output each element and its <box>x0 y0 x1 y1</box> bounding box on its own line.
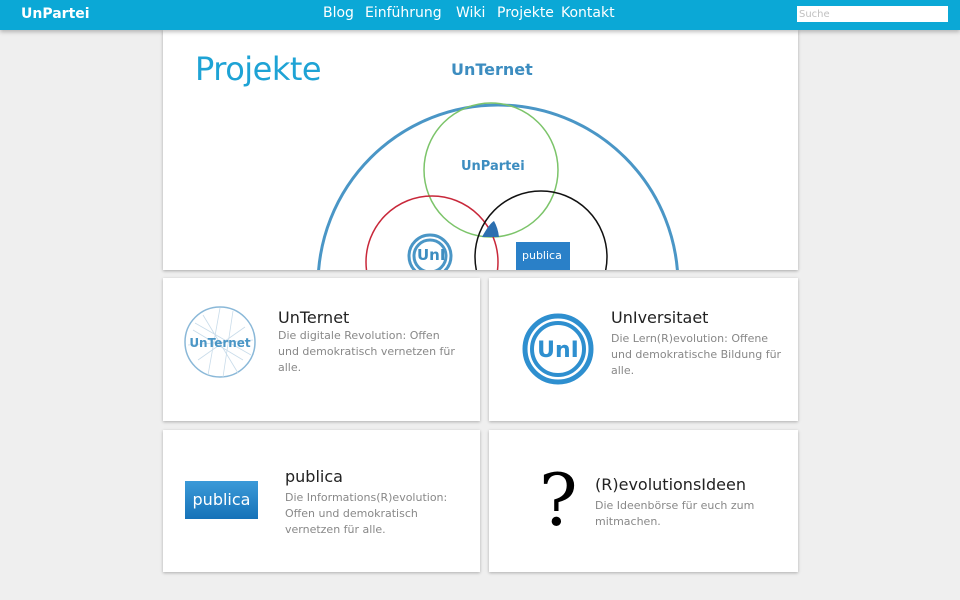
card-description: Die digitale Revolution: Offen und demok… <box>278 329 455 374</box>
search-input[interactable] <box>797 6 948 22</box>
page-title: Projekte <box>195 50 322 88</box>
project-card-unternet[interactable]: UnTernet UnTernet Die digitale Revolutio… <box>163 278 480 421</box>
card-title: UnIversitaet <box>611 308 709 327</box>
nav-wiki[interactable]: Wiki <box>456 5 485 21</box>
uni-logo-text: UnI <box>537 338 579 363</box>
card-description: Die Lern(R)evolution: Offene und demokra… <box>611 332 782 377</box>
diagram-label-unternet: UnTernet <box>451 60 533 79</box>
project-card-publica[interactable]: publica publica Die Informations(R)evolu… <box>163 430 480 572</box>
question-mark-icon: ? <box>539 458 578 542</box>
project-card-universitaet[interactable]: UnI UnIversitaet Die Lern(R)evolution: O… <box>489 278 798 421</box>
unternet-network-icon: UnTernet <box>183 305 257 383</box>
card-title: (R)evolutionsIdeen <box>595 475 746 494</box>
diagram-label-publica: publica <box>522 249 562 262</box>
project-card-revolutionsideen[interactable]: ? (R)evolutionsIdeen Die Ideenbörse für … <box>489 430 798 572</box>
card-title: publica <box>285 467 343 486</box>
card-title: UnTernet <box>278 308 350 327</box>
diagram-label-uni: UnI <box>417 246 446 264</box>
projects-hero-banner: Projekte UnTernet UnPartei UnI publica <box>163 30 798 270</box>
top-navigation-bar: UnPartei Blog Einführung Wiki Projekte K… <box>0 0 960 30</box>
publica-logo-icon: publica <box>185 481 258 519</box>
nav-kontakt[interactable]: Kontakt <box>561 5 615 21</box>
card-description: Die Informations(R)evolution: Offen und … <box>285 491 448 536</box>
unternet-logo-text: UnTernet <box>189 336 251 350</box>
uni-ring-icon: UnI <box>522 313 594 389</box>
nav-einfuehrung[interactable]: Einführung <box>365 5 442 21</box>
nav-blog[interactable]: Blog <box>323 5 354 21</box>
card-description: Die Ideenbörse für euch zum mitmachen. <box>595 499 755 528</box>
diagram-label-unpartei: UnPartei <box>461 159 525 174</box>
nav-projekte[interactable]: Projekte <box>497 5 554 21</box>
unternet-outer-circle <box>317 103 679 270</box>
